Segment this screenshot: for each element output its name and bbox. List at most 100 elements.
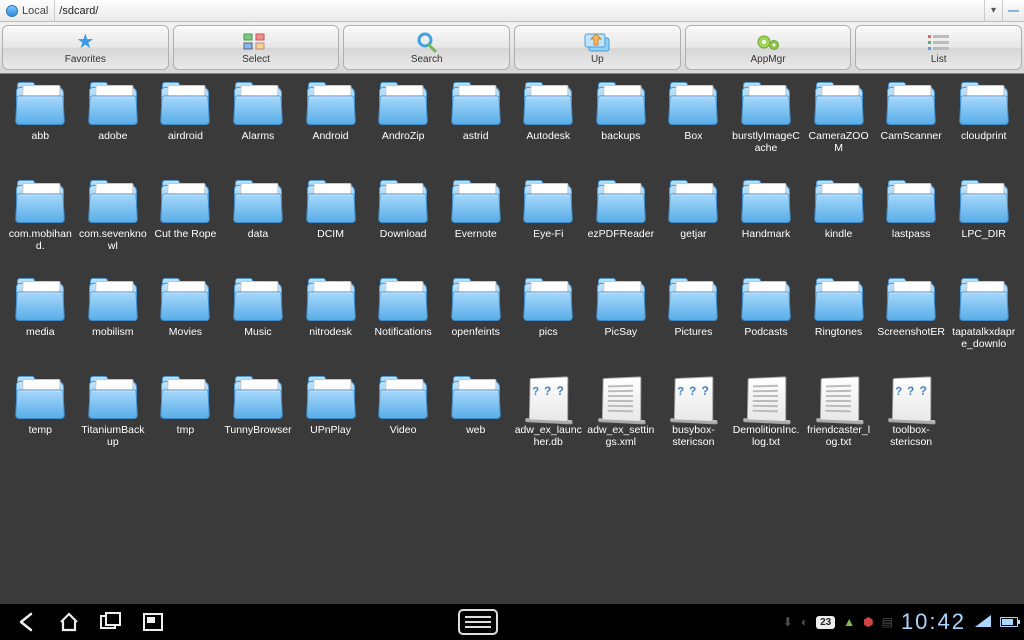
folder-item[interactable]: LPC_DIR <box>947 178 1020 274</box>
folder-item[interactable]: adobe <box>77 80 150 176</box>
path-input[interactable] <box>55 0 984 21</box>
folder-item[interactable]: temp <box>4 374 77 470</box>
folder-icon <box>520 278 576 324</box>
folder-icon <box>448 278 504 324</box>
favorites-label: Favorites <box>65 54 106 65</box>
item-label: backups <box>587 130 655 142</box>
folder-item[interactable]: DCIM <box>294 178 367 274</box>
folder-item[interactable]: lastpass <box>875 178 948 274</box>
item-label: Eye-Fi <box>514 228 582 240</box>
battery-icon <box>1000 617 1018 627</box>
text-file-icon <box>593 376 649 422</box>
folder-icon <box>738 180 794 226</box>
folder-item[interactable]: AndroZip <box>367 80 440 176</box>
folder-icon <box>956 278 1012 324</box>
item-label: media <box>6 326 74 338</box>
item-label: Android <box>297 130 365 142</box>
folder-item[interactable]: Music <box>222 276 295 372</box>
folder-icon <box>811 82 867 128</box>
folder-item[interactable]: Cut the Rope <box>149 178 222 274</box>
search-button[interactable]: Search <box>343 25 510 70</box>
folder-item[interactable]: abb <box>4 80 77 176</box>
folder-item[interactable]: PicSay <box>585 276 658 372</box>
folder-item[interactable]: web <box>439 374 512 470</box>
folder-item[interactable]: com.mobihand. <box>4 178 77 274</box>
folder-item[interactable]: Download <box>367 178 440 274</box>
file-item[interactable]: DemolitionInc.log.txt <box>730 374 803 470</box>
folder-item[interactable]: burstlyImageCache <box>730 80 803 176</box>
folder-item[interactable]: Ringtones <box>802 276 875 372</box>
item-label: DCIM <box>297 228 365 240</box>
item-label: abb <box>6 130 74 142</box>
folder-icon <box>375 278 431 324</box>
folder-item[interactable]: UPnPlay <box>294 374 367 470</box>
home-button[interactable] <box>48 604 90 640</box>
item-label: mobilism <box>79 326 147 338</box>
folder-item[interactable]: mobilism <box>77 276 150 372</box>
screenshot-button[interactable] <box>132 604 174 640</box>
folder-item[interactable]: Autodesk <box>512 80 585 176</box>
item-label: Movies <box>151 326 219 338</box>
item-label: pics <box>514 326 582 338</box>
folder-icon <box>375 82 431 128</box>
path-dropdown-button[interactable]: ▾ <box>984 0 1002 21</box>
file-grid-area[interactable]: abbadobeairdroidAlarmsAndroid AndroZipast… <box>0 74 1024 604</box>
file-item[interactable]: adw_ex_settings.xml <box>585 374 658 470</box>
item-label: AndroZip <box>369 130 437 142</box>
folder-item[interactable]: ScreenshotER <box>875 276 948 372</box>
list-button[interactable]: List <box>855 25 1022 70</box>
folder-item[interactable]: TitaniumBackup <box>77 374 150 470</box>
folder-item[interactable]: CameraZOOM <box>802 80 875 176</box>
recent-apps-button[interactable] <box>90 604 132 640</box>
folder-item[interactable]: openfeints <box>439 276 512 372</box>
keyboard-button[interactable] <box>457 604 499 640</box>
appmgr-button[interactable]: AppMgr <box>685 25 852 70</box>
folder-icon <box>230 376 286 422</box>
folder-item[interactable]: pics <box>512 276 585 372</box>
system-tray[interactable]: ⬇ ◐ 23 ▲ ⬢ ▤ 10:42 <box>783 609 1018 635</box>
folder-item[interactable]: Movies <box>149 276 222 372</box>
minimize-button[interactable]: — <box>1002 0 1024 21</box>
folder-item[interactable]: Android <box>294 80 367 176</box>
folder-item[interactable]: tmp <box>149 374 222 470</box>
back-button[interactable] <box>6 604 48 640</box>
item-label: adw_ex_launcher.db <box>514 424 582 448</box>
folder-item[interactable]: media <box>4 276 77 372</box>
folder-item[interactable]: nitrodesk <box>294 276 367 372</box>
folder-item[interactable]: astrid <box>439 80 512 176</box>
favorites-button[interactable]: ★ Favorites <box>2 25 169 70</box>
folder-item[interactable]: Video <box>367 374 440 470</box>
folder-item[interactable]: airdroid <box>149 80 222 176</box>
folder-item[interactable]: data <box>222 178 295 274</box>
folder-item[interactable]: Handmark <box>730 178 803 274</box>
select-button[interactable]: Select <box>173 25 340 70</box>
folder-item[interactable]: ezPDFReader <box>585 178 658 274</box>
folder-item[interactable]: Box <box>657 80 730 176</box>
up-button[interactable]: Up <box>514 25 681 70</box>
file-item[interactable]: ? ? ?busybox-stericson <box>657 374 730 470</box>
folder-item[interactable]: Evernote <box>439 178 512 274</box>
folder-item[interactable]: backups <box>585 80 658 176</box>
folder-item[interactable]: Notifications <box>367 276 440 372</box>
folder-item[interactable]: Eye-Fi <box>512 178 585 274</box>
search-label: Search <box>411 54 443 65</box>
select-icon <box>243 31 269 53</box>
folder-item[interactable]: CamScanner <box>875 80 948 176</box>
globe-icon <box>6 5 18 17</box>
file-item[interactable]: ? ? ?toolbox-stericson <box>875 374 948 470</box>
folder-item[interactable]: kindle <box>802 178 875 274</box>
folder-item[interactable]: getjar <box>657 178 730 274</box>
folder-item[interactable]: cloudprint <box>947 80 1020 176</box>
item-label: toolbox-stericson <box>877 424 945 448</box>
folder-item[interactable]: Podcasts <box>730 276 803 372</box>
folder-item[interactable]: com.sevenknowl <box>77 178 150 274</box>
folder-item[interactable]: TunnyBrowser <box>222 374 295 470</box>
sd-icon: ▤ <box>882 615 893 629</box>
folder-icon <box>12 82 68 128</box>
file-item[interactable]: ? ? ?adw_ex_launcher.db <box>512 374 585 470</box>
folder-item[interactable]: tapatalkxdapre_downlo <box>947 276 1020 372</box>
folder-item[interactable]: Alarms <box>222 80 295 176</box>
path-local-indicator[interactable]: Local <box>0 0 55 21</box>
folder-item[interactable]: Pictures <box>657 276 730 372</box>
file-item[interactable]: friendcaster_log.txt <box>802 374 875 470</box>
